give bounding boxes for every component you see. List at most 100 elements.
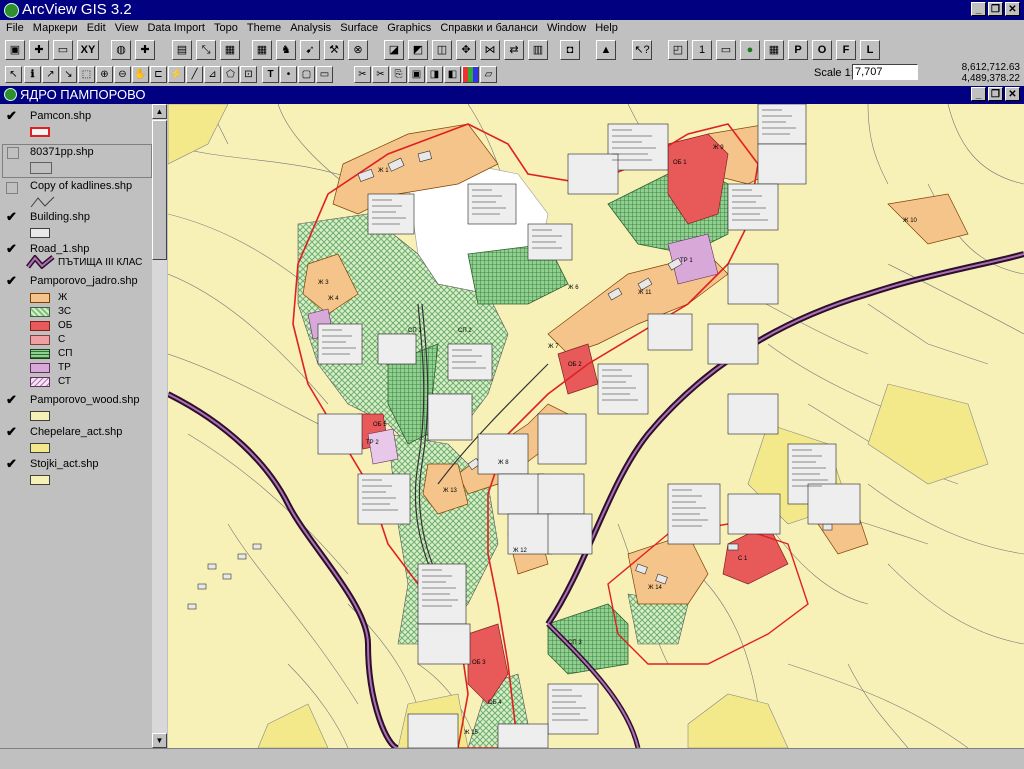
zoom-in-fixed-button[interactable]: ⋈ [480,40,500,60]
tool-button-a[interactable]: ▲ [596,40,616,60]
text-tool[interactable]: T [262,66,279,83]
draw-point-tool[interactable]: ⊿ [204,66,221,83]
menu-theme[interactable]: Theme [241,20,281,34]
hotlink-button[interactable]: ⚒ [324,40,344,60]
theme-properties-button[interactable]: ▭ [53,40,73,60]
edit-tool-button-3[interactable]: ◫ [432,40,452,60]
paste-tool[interactable]: ▣ [408,66,425,83]
close-button[interactable]: ✕ [1005,2,1020,16]
scale-input[interactable]: 7,707 [852,64,918,80]
select-features-button[interactable]: ▦ [252,40,272,60]
scroll-up-arrow-icon[interactable]: ▲ [152,104,167,119]
select-area-tool[interactable]: ⬚ [78,66,95,83]
callout-tool[interactable]: ▢ [298,66,315,83]
vertex-edit-tool[interactable]: ↗ [42,66,59,83]
theme-visible-checkbox[interactable]: ✔ [6,210,18,223]
symbol-tool[interactable]: • [280,66,297,83]
view-close-button[interactable]: ✕ [1005,87,1020,101]
legend-editor-button[interactable]: ◍ [111,40,131,60]
menu-reports[interactable]: Справки и баланси [434,20,538,34]
app-title-bar: ArcView GIS 3.2 _ ❐ ✕ [0,0,1024,20]
theme-name: Chepelare_act.shp [30,426,123,438]
draw-polygon-tool[interactable]: ⬠ [222,66,239,83]
grid-button[interactable]: ▦ [764,40,784,60]
select-all-button[interactable]: ▥ [528,40,548,60]
menu-file[interactable]: File [0,20,24,34]
measure-tool[interactable]: ⊏ [150,66,167,83]
menu-view[interactable]: View [109,20,139,34]
theme-visible-checkbox[interactable] [6,182,18,194]
pointer-tool[interactable]: ↖ [5,66,22,83]
layout-button[interactable]: ◰ [668,40,688,60]
map-drawing[interactable]: Ж 1 Ж 3 Ж 4 СП 1 СП 2 Ж 6 ТР 1 Ж 11 ОБ 1… [168,104,1024,748]
letter-f-button[interactable]: F [836,40,856,60]
graph-button[interactable]: ◘ [560,40,580,60]
locate-address-button[interactable]: ➹ [300,40,320,60]
letter-o-button[interactable]: O [812,40,832,60]
palette-tool[interactable] [462,66,479,83]
zone-class-label: СП [58,348,73,359]
theme-visible-checkbox[interactable]: ✔ [6,457,18,470]
minimize-button[interactable]: _ [971,2,986,16]
menu-markers[interactable]: Маркери [27,20,78,34]
theme-visible-checkbox[interactable]: ✔ [6,109,18,122]
theme-visible-checkbox[interactable]: ✔ [6,274,18,287]
menu-surface[interactable]: Surface [334,20,378,34]
xy-button[interactable]: XY [77,40,99,60]
menu-topo[interactable]: Topo [208,20,238,34]
select-feature-tool[interactable]: ↘ [60,66,77,83]
pan-tool[interactable]: ✋ [132,66,149,83]
zoom-to-extent-button[interactable]: ⤡ [196,40,216,60]
calculator-button[interactable]: ▦ [220,40,240,60]
zoom-out-tool[interactable]: ⊖ [114,66,131,83]
merge-tool[interactable]: ◧ [444,66,461,83]
find-button[interactable]: ♞ [276,40,296,60]
draw-rectangle-tool[interactable]: ⊡ [240,66,257,83]
copy-tool[interactable]: ⎘ [390,66,407,83]
theme-80371pp[interactable]: 80371pp.shp [2,144,152,178]
query-button[interactable]: ⊗ [348,40,368,60]
scroll-thumb[interactable] [152,120,167,260]
save-project-button[interactable]: ▣ [5,40,25,60]
letter-1-button[interactable]: 1 [692,40,712,60]
identify-tool[interactable]: ℹ [24,66,41,83]
theme-visible-checkbox[interactable]: ✔ [6,425,18,438]
theme-visible-checkbox[interactable]: ✔ [6,242,18,255]
zoom-previous-button[interactable]: ⇄ [504,40,524,60]
edit-tool-button-1[interactable]: ◪ [384,40,404,60]
globe-button[interactable]: ● [740,40,760,60]
restore-button[interactable]: ❐ [988,2,1003,16]
view-restore-button[interactable]: ❐ [988,87,1003,101]
split-tool[interactable]: ✂ [354,66,371,83]
menu-help[interactable]: Help [589,20,618,34]
union-tool[interactable]: ◨ [426,66,443,83]
zoom-full-button[interactable]: ✥ [456,40,476,60]
zoom-in-tool[interactable]: ⊕ [96,66,113,83]
menu-edit[interactable]: Edit [81,20,106,34]
cut-tool[interactable]: ✂ [372,66,389,83]
add-theme-button[interactable]: ✚ [29,40,49,60]
zone-class-label: ТР [58,362,71,373]
help-pointer-button[interactable]: ↖? [632,40,652,60]
line-symbol-icon [30,196,55,208]
menu-analysis[interactable]: Analysis [284,20,331,34]
draw-line-tool[interactable]: ╱ [186,66,203,83]
letter-p-button[interactable]: P [788,40,808,60]
letter-l-button[interactable]: L [860,40,880,60]
label-tool[interactable]: ▭ [316,66,333,83]
menu-graphics[interactable]: Graphics [381,20,431,34]
menu-window[interactable]: Window [541,20,586,34]
menu-data-import[interactable]: Data Import [141,20,204,34]
theme-visible-checkbox[interactable]: ✔ [6,393,18,406]
map-canvas[interactable]: Ж 1 Ж 3 Ж 4 СП 1 СП 2 Ж 6 ТР 1 Ж 11 ОБ 1… [168,104,1024,748]
view-minimize-button[interactable]: _ [971,87,986,101]
theme-visible-checkbox[interactable] [7,147,19,159]
frame-button[interactable]: ▭ [716,40,736,60]
toc-scrollbar[interactable]: ▲ ▼ [152,104,167,748]
edit-tool-button-2[interactable]: ◩ [408,40,428,60]
hotlink-tool[interactable]: ⚡ [168,66,185,83]
open-table-button[interactable]: ▤ [172,40,192,60]
query-builder-button[interactable]: ✚ [135,40,155,60]
scroll-down-arrow-icon[interactable]: ▼ [152,733,167,748]
clear-tool[interactable]: ▱ [480,66,497,83]
